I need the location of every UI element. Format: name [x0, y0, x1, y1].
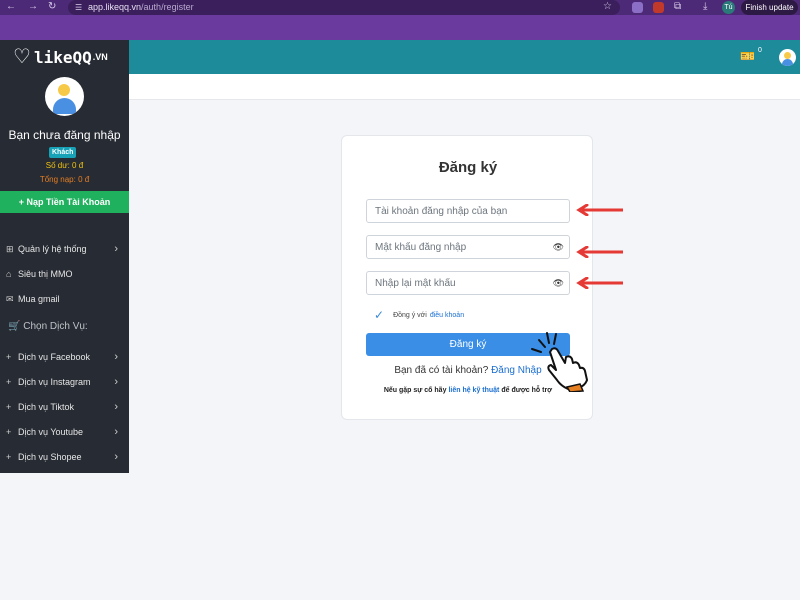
agree-text: Đồng ý với — [393, 311, 427, 319]
sidebar-item-label: Dịch vụ Tiktok — [18, 402, 75, 412]
plus-icon: + — [6, 402, 12, 412]
sidebar-item-label: Siêu thị MMO — [18, 269, 73, 279]
extension-icon[interactable] — [632, 2, 643, 13]
support-link[interactable]: liên hệ kỹ thuật — [448, 387, 499, 394]
logo-suffix: .VN — [92, 52, 108, 62]
chevron-right-icon: › — [114, 401, 118, 413]
hand-pointer-icon — [531, 332, 588, 392]
confirm-password-field[interactable]: 👁 — [366, 271, 570, 295]
sidebar-item-shopee[interactable]: + Dịch vụ Shopee › — [6, 448, 124, 466]
sidebar-item-label: Quản lý hệ thống — [18, 244, 87, 254]
ticket-icon[interactable]: 🎫 — [740, 49, 755, 63]
annotation-arrow-icon — [576, 204, 623, 216]
sidebar-item-gmail[interactable]: ✉ Mua gmail — [6, 290, 124, 308]
topup-button-label: Nạp Tiền Tài Khoản — [26, 197, 111, 207]
forward-icon[interactable]: → — [28, 1, 38, 12]
back-icon[interactable]: ← — [6, 1, 16, 12]
grid-icon: ⊞ — [6, 243, 14, 254]
plus-icon: + — [6, 352, 12, 362]
page-title: Đăng ký — [438, 159, 498, 176]
browser-toolbar: ← → ↻ ☰ app.likeqq.vn/auth/register ☆ ⧉ … — [0, 0, 800, 15]
plus-icon: + — [6, 377, 12, 387]
username-field[interactable] — [366, 199, 570, 223]
annotation-arrow-icon — [576, 277, 623, 289]
address-bar[interactable]: ☰ app.likeqq.vn/auth/register ☆ — [68, 0, 620, 15]
plus-icon: + — [6, 452, 12, 462]
url-text: app.likeqq.vn/auth/register — [88, 2, 194, 12]
store-icon: ⌂ — [6, 269, 12, 279]
user-menu-avatar[interactable] — [779, 49, 796, 66]
browser-frame: ← → ↻ ☰ app.likeqq.vn/auth/register ☆ ⧉ … — [0, 0, 800, 40]
terms-link[interactable]: điều khoản — [430, 312, 464, 319]
site-settings-icon[interactable]: ☰ — [75, 3, 82, 12]
profile-avatar[interactable]: Tú — [722, 1, 735, 14]
sidebar: ♡ likeQQ .VN Bạn chưa đăng nhập Khách Số… — [0, 40, 129, 473]
password-field[interactable]: 👁 — [366, 235, 570, 259]
chevron-right-icon: › — [114, 426, 118, 438]
sidebar-item-instagram[interactable]: + Dịch vụ Instagram › — [6, 373, 124, 391]
extensions-puzzle-icon[interactable]: ⧉ — [674, 1, 681, 12]
sidebar-item-youtube[interactable]: + Dịch vụ Youtube › — [6, 423, 124, 441]
plus-icon: + — [6, 427, 12, 437]
role-badge: Khách — [49, 147, 77, 158]
terms-agreement: ✓ Đồng ý với điều khoản — [374, 308, 464, 322]
mail-icon: ✉ — [6, 293, 14, 304]
topup-button[interactable]: + Nạp Tiền Tài Khoản — [0, 191, 129, 213]
finish-update-button[interactable]: Finish update — [741, 0, 798, 15]
sidebar-item-label: Dịch vụ Youtube — [18, 427, 84, 437]
logo-text: likeQQ — [33, 47, 92, 67]
sidebar-item-mmo[interactable]: ⌂ Siêu thị MMO — [6, 265, 124, 283]
chevron-right-icon: › — [114, 451, 118, 463]
annotation-arrow-icon — [576, 246, 623, 258]
password-input[interactable] — [367, 236, 547, 258]
chevron-right-icon: › — [114, 376, 118, 388]
eye-icon[interactable]: 👁 — [553, 242, 564, 253]
chevron-right-icon: › — [114, 243, 118, 255]
sidebar-item-label: Mua gmail — [18, 294, 60, 304]
heart-logo-icon: ♡ — [13, 46, 31, 68]
sub-header — [129, 74, 800, 100]
sidebar-item-system[interactable]: ⊞ Quản lý hệ thống › — [6, 240, 124, 258]
extension-icon[interactable] — [653, 2, 664, 13]
services-heading: 🛒 Chọn Dịch Vụ: — [8, 321, 88, 332]
ticket-count: 0 — [758, 47, 762, 54]
confirm-password-input[interactable] — [367, 272, 547, 294]
sidebar-item-facebook[interactable]: + Dịch vụ Facebook › — [6, 348, 124, 366]
total-topup-text: Tổng nạp: 0 đ — [39, 175, 90, 184]
top-header: 🎫 0 — [129, 40, 800, 74]
sidebar-item-label: Dịch vụ Shopee — [18, 452, 82, 462]
checkmark-icon[interactable]: ✓ — [374, 308, 384, 322]
logo[interactable]: ♡ likeQQ .VN — [13, 46, 108, 68]
username-input[interactable] — [367, 200, 547, 222]
eye-icon[interactable]: 👁 — [553, 278, 564, 289]
sidebar-item-label: Dịch vụ Facebook — [18, 352, 91, 362]
user-avatar — [45, 77, 84, 116]
bookmark-star-icon[interactable]: ☆ — [603, 1, 612, 12]
sidebar-item-tiktok[interactable]: + Dịch vụ Tiktok › — [6, 398, 124, 416]
download-icon[interactable]: ⤓ — [703, 1, 707, 12]
sidebar-item-label: Dịch vụ Instagram — [18, 377, 91, 387]
balance-text: Số dư: 0 đ — [45, 161, 84, 170]
chevron-right-icon: › — [114, 351, 118, 363]
reload-icon[interactable]: ↻ — [48, 1, 56, 12]
user-name: Bạn chưa đăng nhập — [8, 128, 121, 142]
